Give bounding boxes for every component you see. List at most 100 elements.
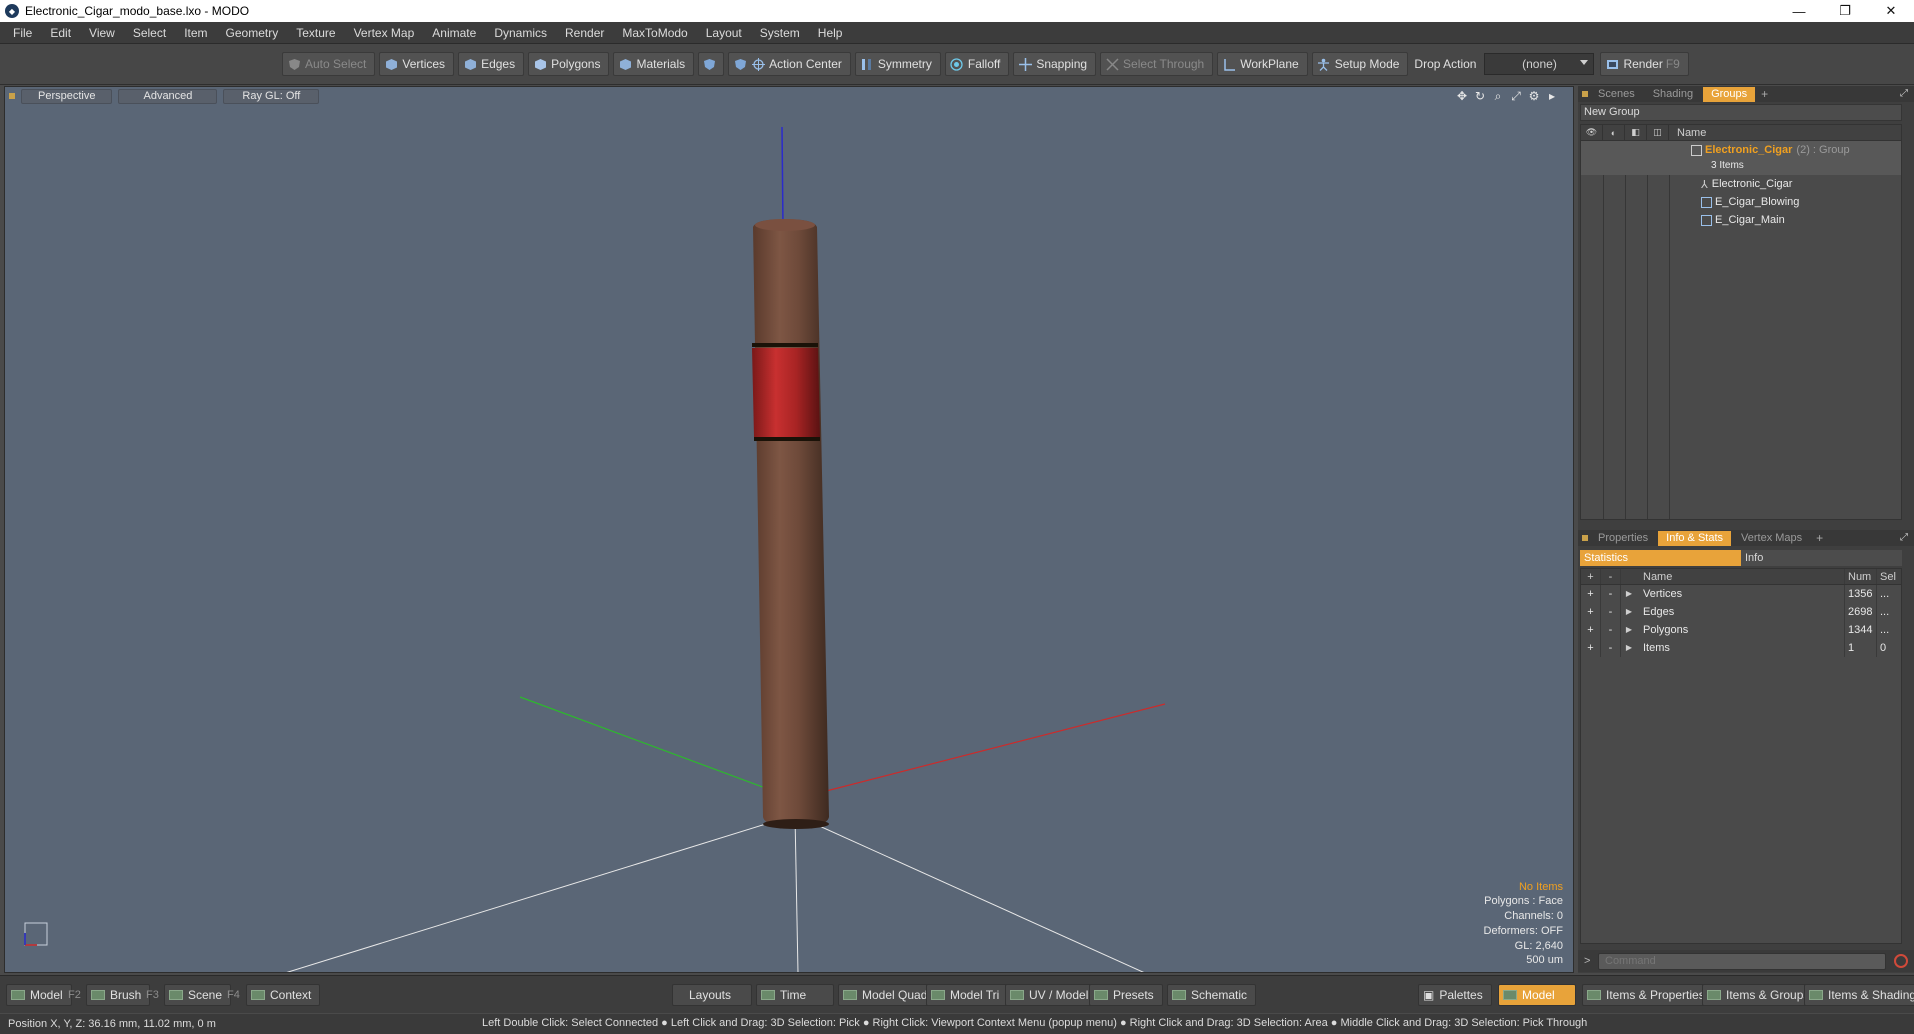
snapping-button[interactable]: Snapping — [1013, 52, 1097, 76]
presets-button[interactable]: Presets — [1089, 984, 1163, 1006]
menu-system[interactable]: System — [751, 22, 809, 44]
panel-maximize-icon[interactable]: ⤢ — [1900, 88, 1908, 99]
tab-scenes[interactable]: Scenes — [1590, 87, 1643, 102]
expand-arrow-icon[interactable]: ▶ — [1621, 621, 1637, 639]
remove-icon[interactable]: - — [1601, 585, 1621, 603]
maximize-viewport-icon[interactable]: ⤢ — [1507, 89, 1525, 103]
lock-icon[interactable]: ◧ — [1625, 124, 1647, 141]
add-tab-icon[interactable]: + — [1816, 531, 1823, 545]
command-history-icon[interactable] — [1894, 954, 1908, 968]
tab-shading[interactable]: Shading — [1645, 87, 1701, 102]
add-icon[interactable]: + — [1581, 621, 1601, 639]
action-center-button[interactable]: Action Center — [728, 52, 851, 76]
expand-arrow-icon[interactable]: ▶ — [1621, 639, 1637, 657]
minimize-button[interactable]: — — [1776, 0, 1822, 22]
viewport-tab-raygl[interactable]: Ray GL: Off — [223, 88, 320, 104]
pan-icon[interactable]: ✥ — [1453, 89, 1471, 103]
menu-help[interactable]: Help — [809, 22, 852, 44]
items-groups-button[interactable]: Items & Groups — [1702, 984, 1819, 1006]
menu-edit[interactable]: Edit — [41, 22, 80, 44]
expand-arrow-icon[interactable]: ▶ — [1621, 585, 1637, 603]
schematic-button[interactable]: Schematic — [1167, 984, 1257, 1006]
layout-model-button[interactable]: Model — [6, 984, 72, 1006]
viewport-menu-dot[interactable] — [9, 93, 15, 99]
add-icon[interactable]: + — [1581, 639, 1601, 657]
add-icon[interactable]: + — [1581, 585, 1601, 603]
polygons-button[interactable]: Polygons — [528, 52, 610, 76]
menu-file[interactable]: File — [4, 22, 41, 44]
menu-vertex-map[interactable]: Vertex Map — [345, 22, 424, 44]
layouts-button[interactable]: Layouts — [672, 984, 752, 1006]
rotate-icon[interactable]: ↻ — [1471, 89, 1489, 103]
command-input[interactable] — [1598, 952, 1886, 970]
panel-menu-dot[interactable] — [1582, 535, 1588, 541]
expand-arrow-icon[interactable]: ▶ — [1621, 603, 1637, 621]
items-shading-button[interactable]: Items & Shading — [1804, 984, 1914, 1006]
maximize-button[interactable]: ❐ — [1822, 0, 1868, 22]
layout-brush-button[interactable]: Brush — [86, 984, 151, 1006]
add-icon[interactable]: + — [1581, 603, 1601, 621]
vertices-button[interactable]: Vertices — [379, 52, 455, 76]
menu-texture[interactable]: Texture — [287, 22, 344, 44]
viewport-tab-perspective[interactable]: Perspective — [21, 88, 113, 104]
model-layout-active-button[interactable]: Model — [1498, 984, 1576, 1006]
menu-geometry[interactable]: Geometry — [217, 22, 288, 44]
auto-select-button[interactable]: Auto Select — [282, 52, 376, 76]
time-button[interactable]: Time — [756, 984, 834, 1006]
render-toggle-icon[interactable]: ◐ — [1603, 124, 1625, 141]
table-row[interactable]: + - ▶ Edges 2698 ... — [1581, 603, 1901, 621]
zoom-icon[interactable]: ⌕ — [1489, 89, 1507, 103]
items-properties-button[interactable]: Items & Properties — [1582, 984, 1714, 1006]
table-row[interactable]: + - ▶ Vertices 1356 ... — [1581, 585, 1901, 603]
list-item[interactable]: ⅄ Electronic_Cigar — [1581, 175, 1901, 193]
materials-button[interactable]: Materials — [613, 52, 695, 76]
select-toggle-icon[interactable]: ◫ — [1647, 124, 1669, 141]
add-tab-icon[interactable]: + — [1761, 87, 1768, 101]
list-item[interactable]: E_Cigar_Blowing — [1581, 193, 1901, 211]
menu-select[interactable]: Select — [124, 22, 175, 44]
setup-mode-button[interactable]: Setup Mode — [1311, 52, 1409, 76]
workplane-button[interactable]: WorkPlane — [1217, 52, 1308, 76]
remove-icon[interactable]: - — [1601, 603, 1621, 621]
subtab-statistics[interactable]: Statistics — [1580, 550, 1741, 566]
remove-icon[interactable]: - — [1601, 621, 1621, 639]
3d-viewport[interactable]: Perspective Advanced Ray GL: Off ✥ ↻ ⌕ ⤢… — [4, 86, 1574, 973]
layout-context-button[interactable]: Context — [246, 984, 321, 1006]
drop-action-select[interactable]: (none) — [1484, 53, 1595, 75]
tab-properties[interactable]: Properties — [1590, 531, 1656, 546]
close-button[interactable]: ✕ — [1868, 0, 1914, 22]
table-row[interactable]: + - ▶ Polygons 1344 ... — [1581, 621, 1901, 639]
menu-item[interactable]: Item — [175, 22, 216, 44]
menu-view[interactable]: View — [80, 22, 124, 44]
table-row[interactable]: + - ▶ Items 1 0 — [1581, 639, 1901, 657]
tab-vertex-maps[interactable]: Vertex Maps — [1733, 531, 1810, 546]
select-through-button[interactable]: Select Through — [1100, 52, 1214, 76]
model-quad-button[interactable]: Model Quad — [838, 984, 937, 1006]
render-button[interactable]: Render F9 — [1600, 52, 1689, 76]
panel-menu-dot[interactable] — [1582, 91, 1588, 97]
gear-icon[interactable]: ⚙ — [1525, 89, 1543, 103]
visibility-eye-icon[interactable]: 👁 — [1581, 124, 1603, 141]
panel-maximize-icon[interactable]: ⤢ — [1900, 532, 1908, 543]
menu-dynamics[interactable]: Dynamics — [485, 22, 556, 44]
subtab-info[interactable]: Info — [1741, 550, 1902, 566]
falloff-button[interactable]: Falloff — [944, 52, 1010, 76]
menu-render[interactable]: Render — [556, 22, 613, 44]
symmetry-button[interactable]: Symmetry — [854, 52, 941, 76]
layout-scene-button[interactable]: Scene — [164, 984, 232, 1006]
menu-maxtomodo[interactable]: MaxToModo — [613, 22, 696, 44]
menu-animate[interactable]: Animate — [423, 22, 485, 44]
model-tri-button[interactable]: Model Tri — [926, 984, 1009, 1006]
menu-layout[interactable]: Layout — [697, 22, 751, 44]
list-item[interactable]: E_Cigar_Main — [1581, 211, 1901, 229]
remove-icon[interactable]: - — [1601, 639, 1621, 657]
tab-info-stats[interactable]: Info & Stats — [1658, 530, 1732, 546]
new-group-button[interactable]: New Group — [1580, 104, 1902, 121]
edges-button[interactable]: Edges — [458, 52, 525, 76]
palettes-button[interactable]: ▣ Palettes — [1418, 984, 1492, 1006]
viewport-tab-advanced[interactable]: Advanced — [118, 88, 218, 104]
group-row-electronic-cigar[interactable]: Electronic_Cigar (2) : Group 3 Items — [1581, 141, 1901, 175]
triangle-right-icon[interactable]: ▸ — [1543, 89, 1561, 103]
tab-groups[interactable]: Groups — [1703, 86, 1756, 102]
select-mode-a-button[interactable] — [698, 52, 725, 76]
